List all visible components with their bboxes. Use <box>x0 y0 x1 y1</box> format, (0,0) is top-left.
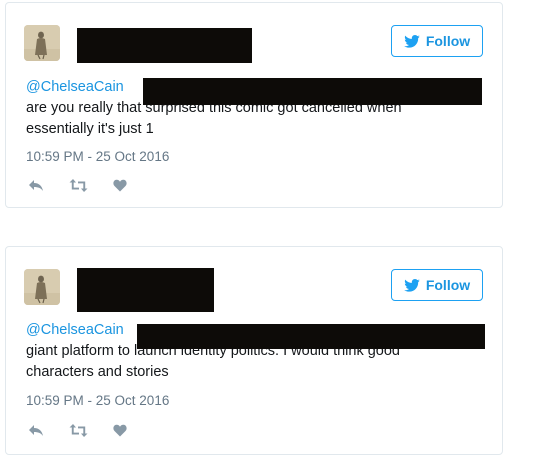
redacted-mentions <box>137 324 485 349</box>
follow-button[interactable]: Follow <box>391 25 483 57</box>
avatar-image <box>24 25 60 61</box>
reply-button[interactable] <box>26 422 46 438</box>
tweet-actions <box>26 177 130 193</box>
redacted-user-name <box>77 268 214 312</box>
tweet-timestamp[interactable]: 10:59 PM - 25 Oct 2016 <box>26 149 169 164</box>
tweet-card: Follow @ChelseaCain are you really that … <box>5 2 503 208</box>
follow-button-label: Follow <box>425 277 471 293</box>
twitter-bird-icon <box>404 34 420 48</box>
mention-link[interactable]: @ChelseaCain <box>26 322 124 338</box>
follow-button-label: Follow <box>425 33 471 49</box>
tweet-text-line-3: essentially it's just 1 <box>26 121 154 137</box>
like-button[interactable] <box>110 422 130 438</box>
like-icon <box>113 424 127 436</box>
retweet-icon <box>69 423 87 437</box>
mention-link[interactable]: @ChelseaCain <box>26 79 124 95</box>
like-icon <box>113 179 127 191</box>
avatar[interactable] <box>24 269 60 305</box>
twitter-bird-icon <box>404 278 420 292</box>
avatar-image <box>24 269 60 305</box>
retweet-button[interactable] <box>68 422 88 438</box>
reply-icon <box>29 179 43 191</box>
like-button[interactable] <box>110 177 130 193</box>
tweet-card: Follow @ChelseaCain giant platform to la… <box>5 246 503 455</box>
avatar[interactable] <box>24 25 60 61</box>
tweet-screenshot-canvas: Follow @ChelseaCain are you really that … <box>0 0 534 476</box>
reply-icon <box>29 424 43 436</box>
tweet-actions <box>26 422 130 438</box>
redacted-mentions <box>143 78 482 105</box>
follow-button[interactable]: Follow <box>391 269 483 301</box>
retweet-button[interactable] <box>68 177 88 193</box>
redacted-user-name <box>77 28 252 63</box>
tweet-timestamp[interactable]: 10:59 PM - 25 Oct 2016 <box>26 393 169 408</box>
tweet-text-line-3: characters and stories <box>26 364 169 380</box>
retweet-icon <box>69 178 87 192</box>
reply-button[interactable] <box>26 177 46 193</box>
